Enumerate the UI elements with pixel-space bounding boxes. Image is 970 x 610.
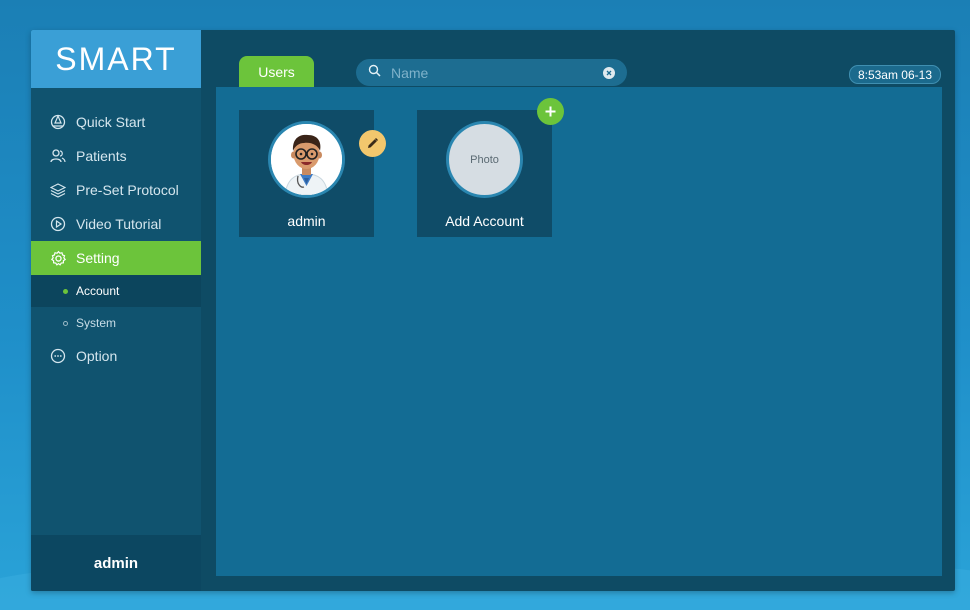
photo-placeholder: Photo	[446, 121, 523, 198]
photo-placeholder-label: Photo	[470, 153, 499, 166]
avatar	[268, 121, 345, 198]
user-card-name: admin	[287, 213, 326, 229]
add-account-button[interactable]	[537, 98, 564, 125]
sidebar-subitem-account[interactable]: Account	[31, 275, 201, 307]
bullet-icon	[63, 288, 68, 294]
sidebar-item-label: Patients	[76, 148, 127, 164]
plus-icon	[545, 106, 556, 117]
app-window: SMART Quick Start Patients Pre-Set Proto…	[31, 30, 955, 591]
patients-icon	[49, 147, 67, 165]
sidebar-item-quick-start[interactable]: Quick Start	[31, 105, 201, 139]
sidebar-item-label: Quick Start	[76, 114, 146, 130]
tab-users[interactable]: Users	[239, 56, 314, 87]
sidebar-item-option[interactable]: Option	[31, 339, 201, 373]
sidebar-subitem-label: Account	[76, 284, 120, 298]
gear-icon	[49, 249, 67, 267]
sidebar-item-label: Setting	[76, 250, 120, 266]
sidebar: SMART Quick Start Patients Pre-Set Proto…	[31, 30, 201, 591]
layers-icon	[49, 181, 67, 199]
user-card-name: Add Account	[445, 213, 524, 229]
search-icon	[368, 64, 381, 82]
clock-badge: 8:53am 06-13	[848, 65, 941, 84]
sidebar-item-label: Pre-Set Protocol	[76, 182, 179, 198]
main-panel: Users 8:53am 06-13	[201, 30, 955, 591]
quick-start-icon	[49, 113, 67, 131]
sidebar-item-label: Video Tutorial	[76, 216, 162, 232]
user-card-admin[interactable]: admin	[239, 110, 374, 237]
sidebar-item-video-tutorial[interactable]: Video Tutorial	[31, 207, 201, 241]
search-bar	[356, 59, 627, 86]
sidebar-item-setting[interactable]: Setting	[31, 241, 201, 275]
sidebar-item-patients[interactable]: Patients	[31, 139, 201, 173]
users-content: admin Photo Add Account	[216, 87, 942, 576]
pencil-icon	[368, 138, 378, 148]
doctor-avatar-icon	[271, 124, 342, 195]
edit-user-button[interactable]	[359, 130, 386, 157]
bullet-icon	[63, 320, 68, 326]
sidebar-item-pre-set-protocol[interactable]: Pre-Set Protocol	[31, 173, 201, 207]
close-icon	[606, 70, 612, 75]
search-input[interactable]	[391, 64, 603, 81]
sidebar-item-label: Option	[76, 348, 118, 364]
current-user: admin	[31, 535, 201, 591]
play-circle-icon	[49, 215, 67, 233]
sidebar-subitem-system[interactable]: System	[31, 307, 201, 339]
app-logo: SMART	[31, 30, 201, 88]
sidebar-nav: Quick Start Patients Pre-Set Protocol Vi…	[31, 105, 201, 373]
add-account-card[interactable]: Photo Add Account	[417, 110, 552, 237]
more-circle-icon	[49, 347, 67, 365]
sidebar-subitem-label: System	[76, 316, 117, 330]
clear-search-button[interactable]	[603, 66, 615, 79]
